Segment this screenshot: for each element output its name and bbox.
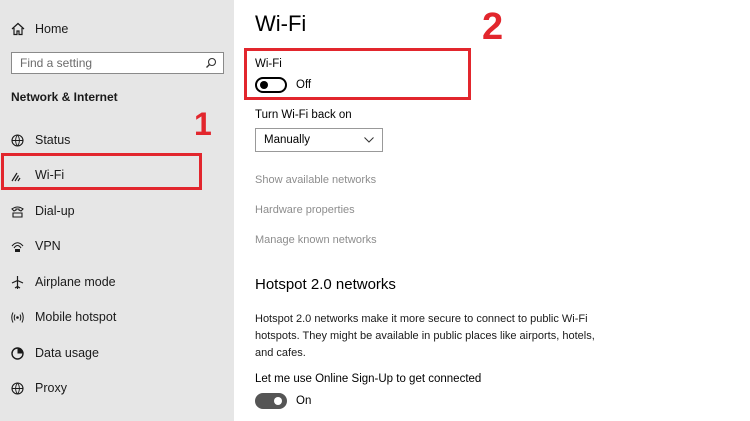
wifi-toggle-highlight-box (244, 48, 471, 100)
sidebar-item-label: Data usage (35, 346, 99, 360)
step-marker-1: 1 (194, 106, 212, 142)
sidebar-item-dial-up[interactable]: Dial-up (0, 196, 234, 226)
chevron-down-icon (364, 137, 374, 143)
home-icon (11, 22, 25, 36)
sidebar-item-proxy[interactable]: Proxy (0, 373, 234, 403)
phone-icon (11, 205, 24, 218)
hotspot-description: Hotspot 2.0 networks make it more secure… (255, 313, 595, 359)
online-signup-label: Let me use Online Sign-Up to get connect… (255, 373, 482, 385)
sidebar-item-data-usage[interactable]: Data usage (0, 338, 234, 368)
online-signup-toggle-switch[interactable] (255, 393, 287, 409)
manage-known-networks-link[interactable]: Manage known networks (255, 234, 377, 246)
hardware-properties-link[interactable]: Hardware properties (255, 204, 355, 216)
turn-back-on-label: Turn Wi-Fi back on (255, 109, 352, 121)
search-box[interactable] (11, 52, 224, 74)
search-icon[interactable] (205, 57, 217, 69)
page-title: Wi-Fi (255, 11, 307, 36)
sidebar-item-label: Proxy (35, 381, 67, 395)
search-input[interactable] (20, 56, 205, 70)
wifi-nav-highlight-box (1, 153, 202, 190)
sidebar-item-airplane-mode[interactable]: Airplane mode (0, 267, 234, 297)
globe-icon (11, 381, 24, 395)
hotspot-icon (11, 311, 24, 323)
hotspot-section-title: Hotspot 2.0 networks (255, 276, 396, 293)
globe-icon (11, 133, 24, 147)
home-label: Home (35, 22, 69, 36)
vpn-icon (11, 241, 24, 252)
show-available-networks-link[interactable]: Show available networks (255, 174, 376, 186)
sidebar-item-label: Mobile hotspot (35, 310, 117, 324)
toggle-knob (274, 397, 282, 405)
online-signup-toggle-row: On (255, 393, 311, 409)
sidebar-item-label: Airplane mode (35, 275, 116, 289)
data-usage-icon (11, 346, 24, 360)
step-marker-2: 2 (482, 6, 504, 48)
turn-back-on-dropdown[interactable]: Manually (255, 128, 383, 152)
section-title: Network & Internet (11, 90, 118, 104)
sidebar-item-mobile-hotspot[interactable]: Mobile hotspot (0, 302, 234, 332)
sidebar-item-label: VPN (35, 239, 61, 253)
online-signup-toggle-state: On (296, 395, 312, 407)
home-link[interactable]: Home (10, 19, 68, 39)
dropdown-value: Manually (264, 134, 311, 146)
sidebar-item-label: Status (35, 133, 71, 147)
airplane-icon (11, 275, 24, 289)
sidebar-item-vpn[interactable]: VPN (0, 231, 234, 261)
settings-sidebar: Home Network & Internet Status Wi-Fi Dia… (0, 0, 234, 421)
sidebar-item-label: Dial-up (35, 204, 75, 218)
